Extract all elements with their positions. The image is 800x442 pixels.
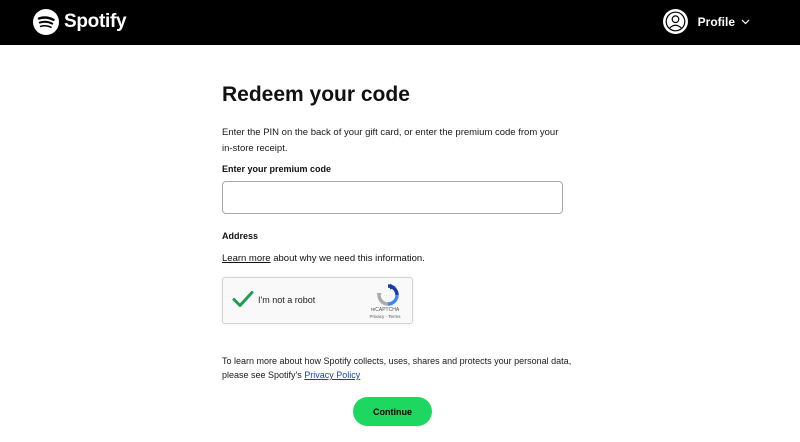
continue-button[interactable]: Continue <box>353 397 432 426</box>
user-icon <box>665 11 686 32</box>
address-label: Address <box>222 231 259 241</box>
top-navigation-bar: Spotify Profile <box>0 0 800 45</box>
avatar <box>662 9 688 34</box>
premium-code-label: Enter your premium code <box>222 164 332 174</box>
address-info: Learn more about why we need this inform… <box>222 253 425 264</box>
brand-name: Spotify <box>64 11 127 32</box>
privacy-notice: To learn more about how Spotify collects… <box>222 354 577 382</box>
spotify-logo[interactable]: Spotify <box>33 9 127 35</box>
chevron-down-icon <box>741 19 750 24</box>
recaptcha-links: Privacy - Terms <box>360 314 410 319</box>
learn-more-text: about why we need this information. <box>270 253 425 264</box>
recaptcha-logo-icon <box>376 283 399 306</box>
recaptcha-widget: I'm not a robot reCAPTCHA Privacy - Term… <box>222 277 413 324</box>
premium-code-input[interactable] <box>222 181 563 214</box>
profile-menu-button[interactable]: Profile <box>662 9 750 34</box>
intro-text: Enter the PIN on the back of your gift c… <box>222 127 559 154</box>
privacy-notice-text: To learn more about how Spotify collects… <box>222 356 572 380</box>
privacy-policy-link[interactable]: Privacy Policy <box>304 370 360 380</box>
profile-label: Profile <box>697 14 735 29</box>
recaptcha-brand: reCAPTCHA <box>370 307 400 313</box>
page-title: Redeem your code <box>222 83 410 106</box>
checkmark-icon[interactable] <box>232 290 254 308</box>
recaptcha-privacy-link[interactable]: Privacy <box>370 314 385 319</box>
recaptcha-terms-link[interactable]: Terms <box>388 314 400 319</box>
not-a-robot-label: I'm not a robot <box>258 295 316 305</box>
spotify-logo-icon <box>33 9 59 35</box>
learn-more-link[interactable]: Learn more <box>222 253 271 264</box>
